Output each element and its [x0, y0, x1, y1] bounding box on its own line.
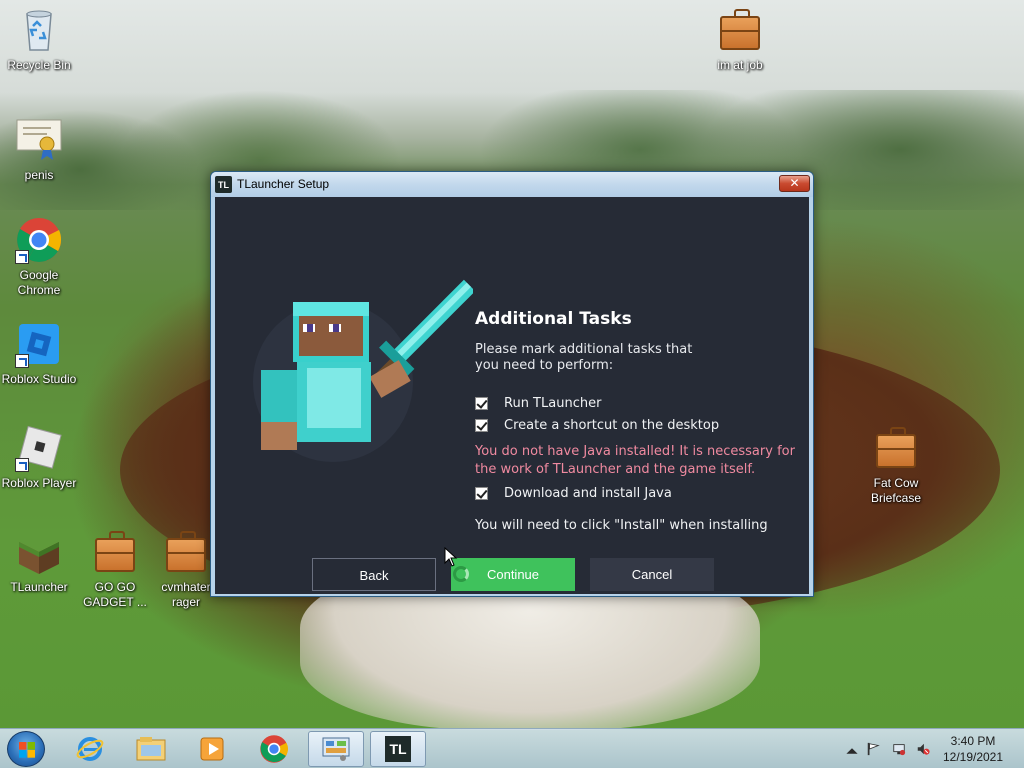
desktop-icon-certificate[interactable]: penis — [1, 116, 77, 183]
install-java-checkbox[interactable] — [475, 487, 488, 500]
task-label: Download and install Java — [504, 486, 672, 501]
taskbar-internet-explorer[interactable] — [62, 731, 118, 767]
desktop-icon-label: GO GO GADGET ... — [83, 580, 147, 609]
shortcut-arrow-icon — [15, 354, 29, 368]
volume-muted-icon[interactable] — [916, 742, 930, 756]
desktop-icon-tlauncher[interactable]: TLauncher — [1, 528, 77, 595]
recycle-bin-icon — [15, 6, 63, 54]
task-label: Create a shortcut on the desktop — [504, 418, 720, 433]
network-icon[interactable] — [892, 742, 906, 756]
page-heading: Additional Tasks — [475, 309, 632, 329]
roblox-player-icon — [15, 424, 63, 472]
tlauncher-icon: TL — [385, 736, 411, 762]
taskbar-windows-explorer[interactable] — [123, 731, 179, 767]
desktop-icon-label: Google Chrome — [17, 268, 61, 297]
chrome-icon — [15, 216, 63, 264]
continue-label: Continue — [486, 567, 540, 582]
media-player-icon — [200, 737, 224, 761]
shortcut-arrow-icon — [15, 250, 29, 264]
tlauncher-setup-window: TL TLauncher Setup ✕ Additional Tasks Pl… — [210, 171, 814, 597]
continue-button[interactable]: Continue — [451, 558, 575, 591]
tlauncher-app-icon: TL — [215, 176, 232, 193]
window-titlebar[interactable]: TL TLauncher Setup ✕ — [211, 172, 813, 197]
system-clock[interactable]: 3:40 PM 12/19/2021 — [938, 733, 1008, 765]
tlauncher-grass-block-icon — [15, 528, 63, 576]
close-button[interactable]: ✕ — [779, 175, 810, 192]
certificate-icon — [15, 116, 63, 164]
taskbar: TL 3:40 PM 12/19/2021 — [0, 728, 1024, 768]
start-orb-icon[interactable] — [7, 731, 45, 767]
taskbar-control-panel[interactable] — [308, 731, 364, 767]
show-hidden-icons-icon[interactable] — [845, 744, 859, 758]
back-button[interactable]: Back — [312, 558, 436, 591]
desktop-icon-label: im at job — [717, 58, 763, 72]
java-warning: You do not have Java installed! It is ne… — [475, 444, 795, 477]
desktop-icon-label: cvmhater rager — [161, 580, 211, 609]
taskbar-chrome[interactable] — [246, 731, 302, 767]
desktop-icon-label: Fat Cow Briefcase — [870, 476, 922, 505]
shortcut-arrow-icon — [15, 458, 29, 472]
desktop-icon-roblox-studio[interactable]: Roblox Studio — [1, 320, 77, 387]
briefcase-icon — [872, 424, 920, 472]
desktop-icon-label: TLauncher — [10, 580, 68, 594]
task-create-shortcut[interactable]: Create a shortcut on the desktop — [475, 418, 719, 433]
briefcase-icon — [162, 528, 210, 576]
roblox-studio-icon — [15, 320, 63, 368]
task-label: Run TLauncher — [504, 396, 602, 411]
cancel-button[interactable]: Cancel — [590, 558, 714, 591]
window-title: TLauncher Setup — [237, 177, 330, 191]
taskbar-tlauncher[interactable]: TL — [370, 731, 426, 767]
windows-explorer-icon — [136, 737, 166, 761]
taskbar-media-player[interactable] — [184, 731, 240, 767]
desktop-icon-label: Roblox Studio — [1, 372, 77, 386]
task-install-java[interactable]: Download and install Java — [475, 486, 672, 501]
busy-spinner-icon — [453, 566, 469, 582]
install-note: You will need to click "Install" when in… — [475, 518, 768, 533]
action-center-flag-icon[interactable] — [866, 742, 880, 756]
desktop-icon-google-chrome[interactable]: Google Chrome — [1, 216, 77, 298]
clock-date: 12/19/2021 — [942, 750, 1004, 764]
task-run-tlauncher[interactable]: Run TLauncher — [475, 396, 601, 411]
page-description: Please mark additional tasks that you ne… — [475, 342, 693, 373]
run-tlauncher-checkbox[interactable] — [475, 397, 488, 410]
desktop-icon-label: penis — [24, 168, 54, 182]
desktop-icon-recycle-bin[interactable]: Recycle Bin — [1, 6, 77, 73]
briefcase-icon — [716, 6, 764, 54]
diamond-armor-steve-illustration — [253, 279, 473, 462]
desktop-icon-fat-cow-briefcase[interactable]: Fat Cow Briefcase — [858, 424, 934, 506]
internet-explorer-icon — [76, 737, 104, 761]
desktop-icon-label: Recycle Bin — [7, 58, 71, 72]
desktop-icon-go-go-gadget[interactable]: GO GO GADGET ... — [77, 528, 153, 610]
create-shortcut-checkbox[interactable] — [475, 419, 488, 432]
desktop-icon-im-at-job[interactable]: im at job — [702, 6, 778, 73]
control-panel-icon — [322, 737, 350, 761]
clock-time: 3:40 PM — [950, 734, 996, 748]
briefcase-icon — [91, 528, 139, 576]
desktop-icon-label: Roblox Player — [1, 476, 77, 490]
chrome-icon — [260, 735, 288, 763]
setup-content: Additional Tasks Please mark additional … — [215, 197, 809, 594]
desktop-icon-roblox-player[interactable]: Roblox Player — [1, 424, 77, 491]
mouse-cursor-icon — [444, 547, 458, 567]
